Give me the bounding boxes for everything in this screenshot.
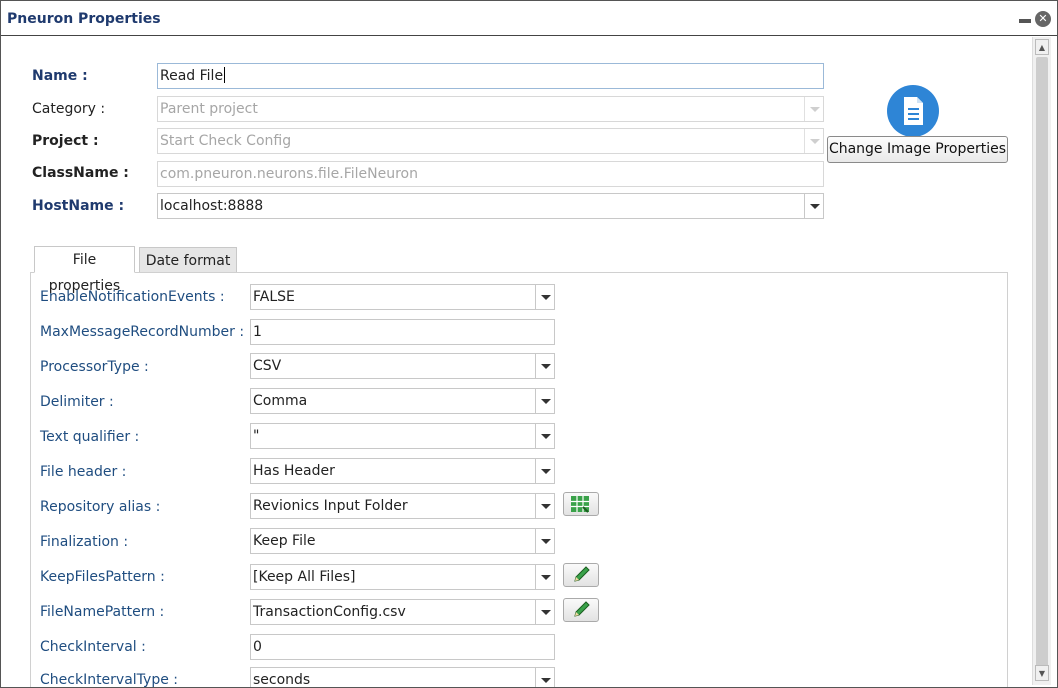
chevron-down-icon [810,139,820,144]
hostname-value: localhost:8888 [160,198,264,214]
enable-notification-events-value: FALSE [253,289,295,305]
keep-files-pattern-select[interactable]: [Keep All Files] [250,564,555,590]
chevron-down-icon [541,504,551,509]
check-interval-type-label: CheckIntervalType : [40,672,179,688]
project-value: Start Check Config [160,133,292,149]
file-name-pattern-select[interactable]: TransactionConfig.csv [250,599,555,625]
text-qualifier-label: Text qualifier : [40,429,140,445]
chevron-down-icon [541,610,551,615]
chevron-down-icon [810,107,820,112]
repository-alias-value: Revionics Input Folder [253,498,408,514]
file-header-label: File header : [40,464,127,480]
scroll-up-icon[interactable]: ▲ [1035,39,1049,55]
document-icon[interactable] [887,85,939,137]
category-value: Parent project [160,101,258,117]
pencil-icon [574,601,590,617]
chevron-down-icon [541,364,551,369]
file-name-pattern-label: FileNamePattern : [40,604,165,620]
enable-notification-events-select[interactable]: FALSE [250,284,555,310]
file-name-pattern-value: TransactionConfig.csv [253,604,406,620]
chevron-down-icon [541,295,551,300]
processor-type-select[interactable]: CSV [250,353,555,379]
scroll-down-icon[interactable]: ▼ [1035,665,1049,681]
check-interval-input[interactable]: 0 [250,634,555,660]
hostname-select[interactable]: localhost:8888 [157,193,824,219]
chevron-down-icon [541,434,551,439]
repository-alias-label: Repository alias : [40,499,161,515]
enable-notification-events-dropdown-button[interactable] [535,285,554,309]
classname-value: com.pneuron.neurons.file.FileNeuron [160,166,418,182]
tab-file-properties[interactable]: File properties [34,246,135,294]
repository-grid-button[interactable] [563,492,599,516]
chevron-down-icon [541,575,551,580]
chevron-down-icon [810,204,820,209]
processor-type-value: CSV [253,358,282,374]
classname-label: ClassName : [32,165,129,181]
max-message-record-number-input[interactable]: 1 [250,319,555,345]
hostname-dropdown-button[interactable] [804,194,823,218]
finalization-dropdown-button[interactable] [535,529,554,553]
minimize-icon[interactable] [1019,19,1031,23]
finalization-value: Keep File [253,533,316,549]
max-message-record-number-label: MaxMessageRecordNumber : [40,324,245,340]
category-dropdown-button[interactable] [804,97,823,121]
delimiter-label: Delimiter : [40,394,114,410]
grid-icon [571,496,589,513]
keep-files-pattern-edit-button[interactable] [563,563,599,587]
vertical-scrollbar[interactable]: ▲ ▼ [1032,37,1051,685]
file-header-dropdown-button[interactable] [535,459,554,483]
name-value: Read File [160,68,224,84]
file-header-select[interactable]: Has Header [250,458,555,484]
project-select[interactable]: Start Check Config [157,128,824,154]
check-interval-label: CheckInterval : [40,639,146,655]
check-interval-type-value: seconds [253,672,311,688]
keep-files-pattern-label: KeepFilesPattern : [40,569,165,585]
text-qualifier-dropdown-button[interactable] [535,424,554,448]
name-label: Name : [32,68,88,84]
processor-type-label: ProcessorType : [40,359,149,375]
text-cursor [224,67,226,83]
delimiter-value: Comma [253,393,308,409]
change-image-properties-button[interactable]: Change Image Properties [827,136,1008,163]
text-qualifier-value: " [253,428,260,444]
file-name-pattern-dropdown-button[interactable] [535,600,554,624]
close-icon[interactable]: ✕ [1035,11,1051,27]
keep-files-pattern-dropdown-button[interactable] [535,565,554,589]
hostname-label: HostName : [32,198,125,214]
category-select[interactable]: Parent project [157,96,824,122]
check-interval-type-select[interactable]: seconds [250,667,555,688]
repository-alias-select[interactable]: Revionics Input Folder [250,493,555,519]
delimiter-dropdown-button[interactable] [535,389,554,413]
chevron-down-icon [541,399,551,404]
check-interval-type-dropdown-button[interactable] [535,668,554,687]
file-header-value: Has Header [253,463,335,479]
repository-alias-dropdown-button[interactable] [535,494,554,518]
scrollbar-thumb[interactable] [1036,57,1048,677]
chevron-down-icon [541,539,551,544]
chevron-down-icon [541,469,551,474]
processor-type-dropdown-button[interactable] [535,354,554,378]
delimiter-select[interactable]: Comma [250,388,555,414]
text-qualifier-select[interactable]: " [250,423,555,449]
check-interval-value: 0 [253,639,262,655]
max-message-record-number-value: 1 [253,324,262,340]
finalization-select[interactable]: Keep File [250,528,555,554]
dialog-title: Pneuron Properties [7,11,161,27]
finalization-label: Finalization : [40,534,129,550]
project-label: Project : [32,133,99,149]
pencil-icon [574,566,590,582]
keep-files-pattern-value: [Keep All Files] [253,569,356,585]
file-name-pattern-edit-button[interactable] [563,598,599,622]
chevron-down-icon [541,678,551,683]
name-input[interactable]: Read File [157,63,824,89]
project-dropdown-button[interactable] [804,129,823,153]
category-label: Category : [32,101,106,117]
classname-field: com.pneuron.neurons.file.FileNeuron [157,161,824,187]
tab-date-format[interactable]: Date format [139,247,237,273]
properties-dialog: Pneuron Properties ✕ Name : Read File Ca… [0,0,1058,688]
dialog-titlebar: Pneuron Properties ✕ [1,1,1057,36]
